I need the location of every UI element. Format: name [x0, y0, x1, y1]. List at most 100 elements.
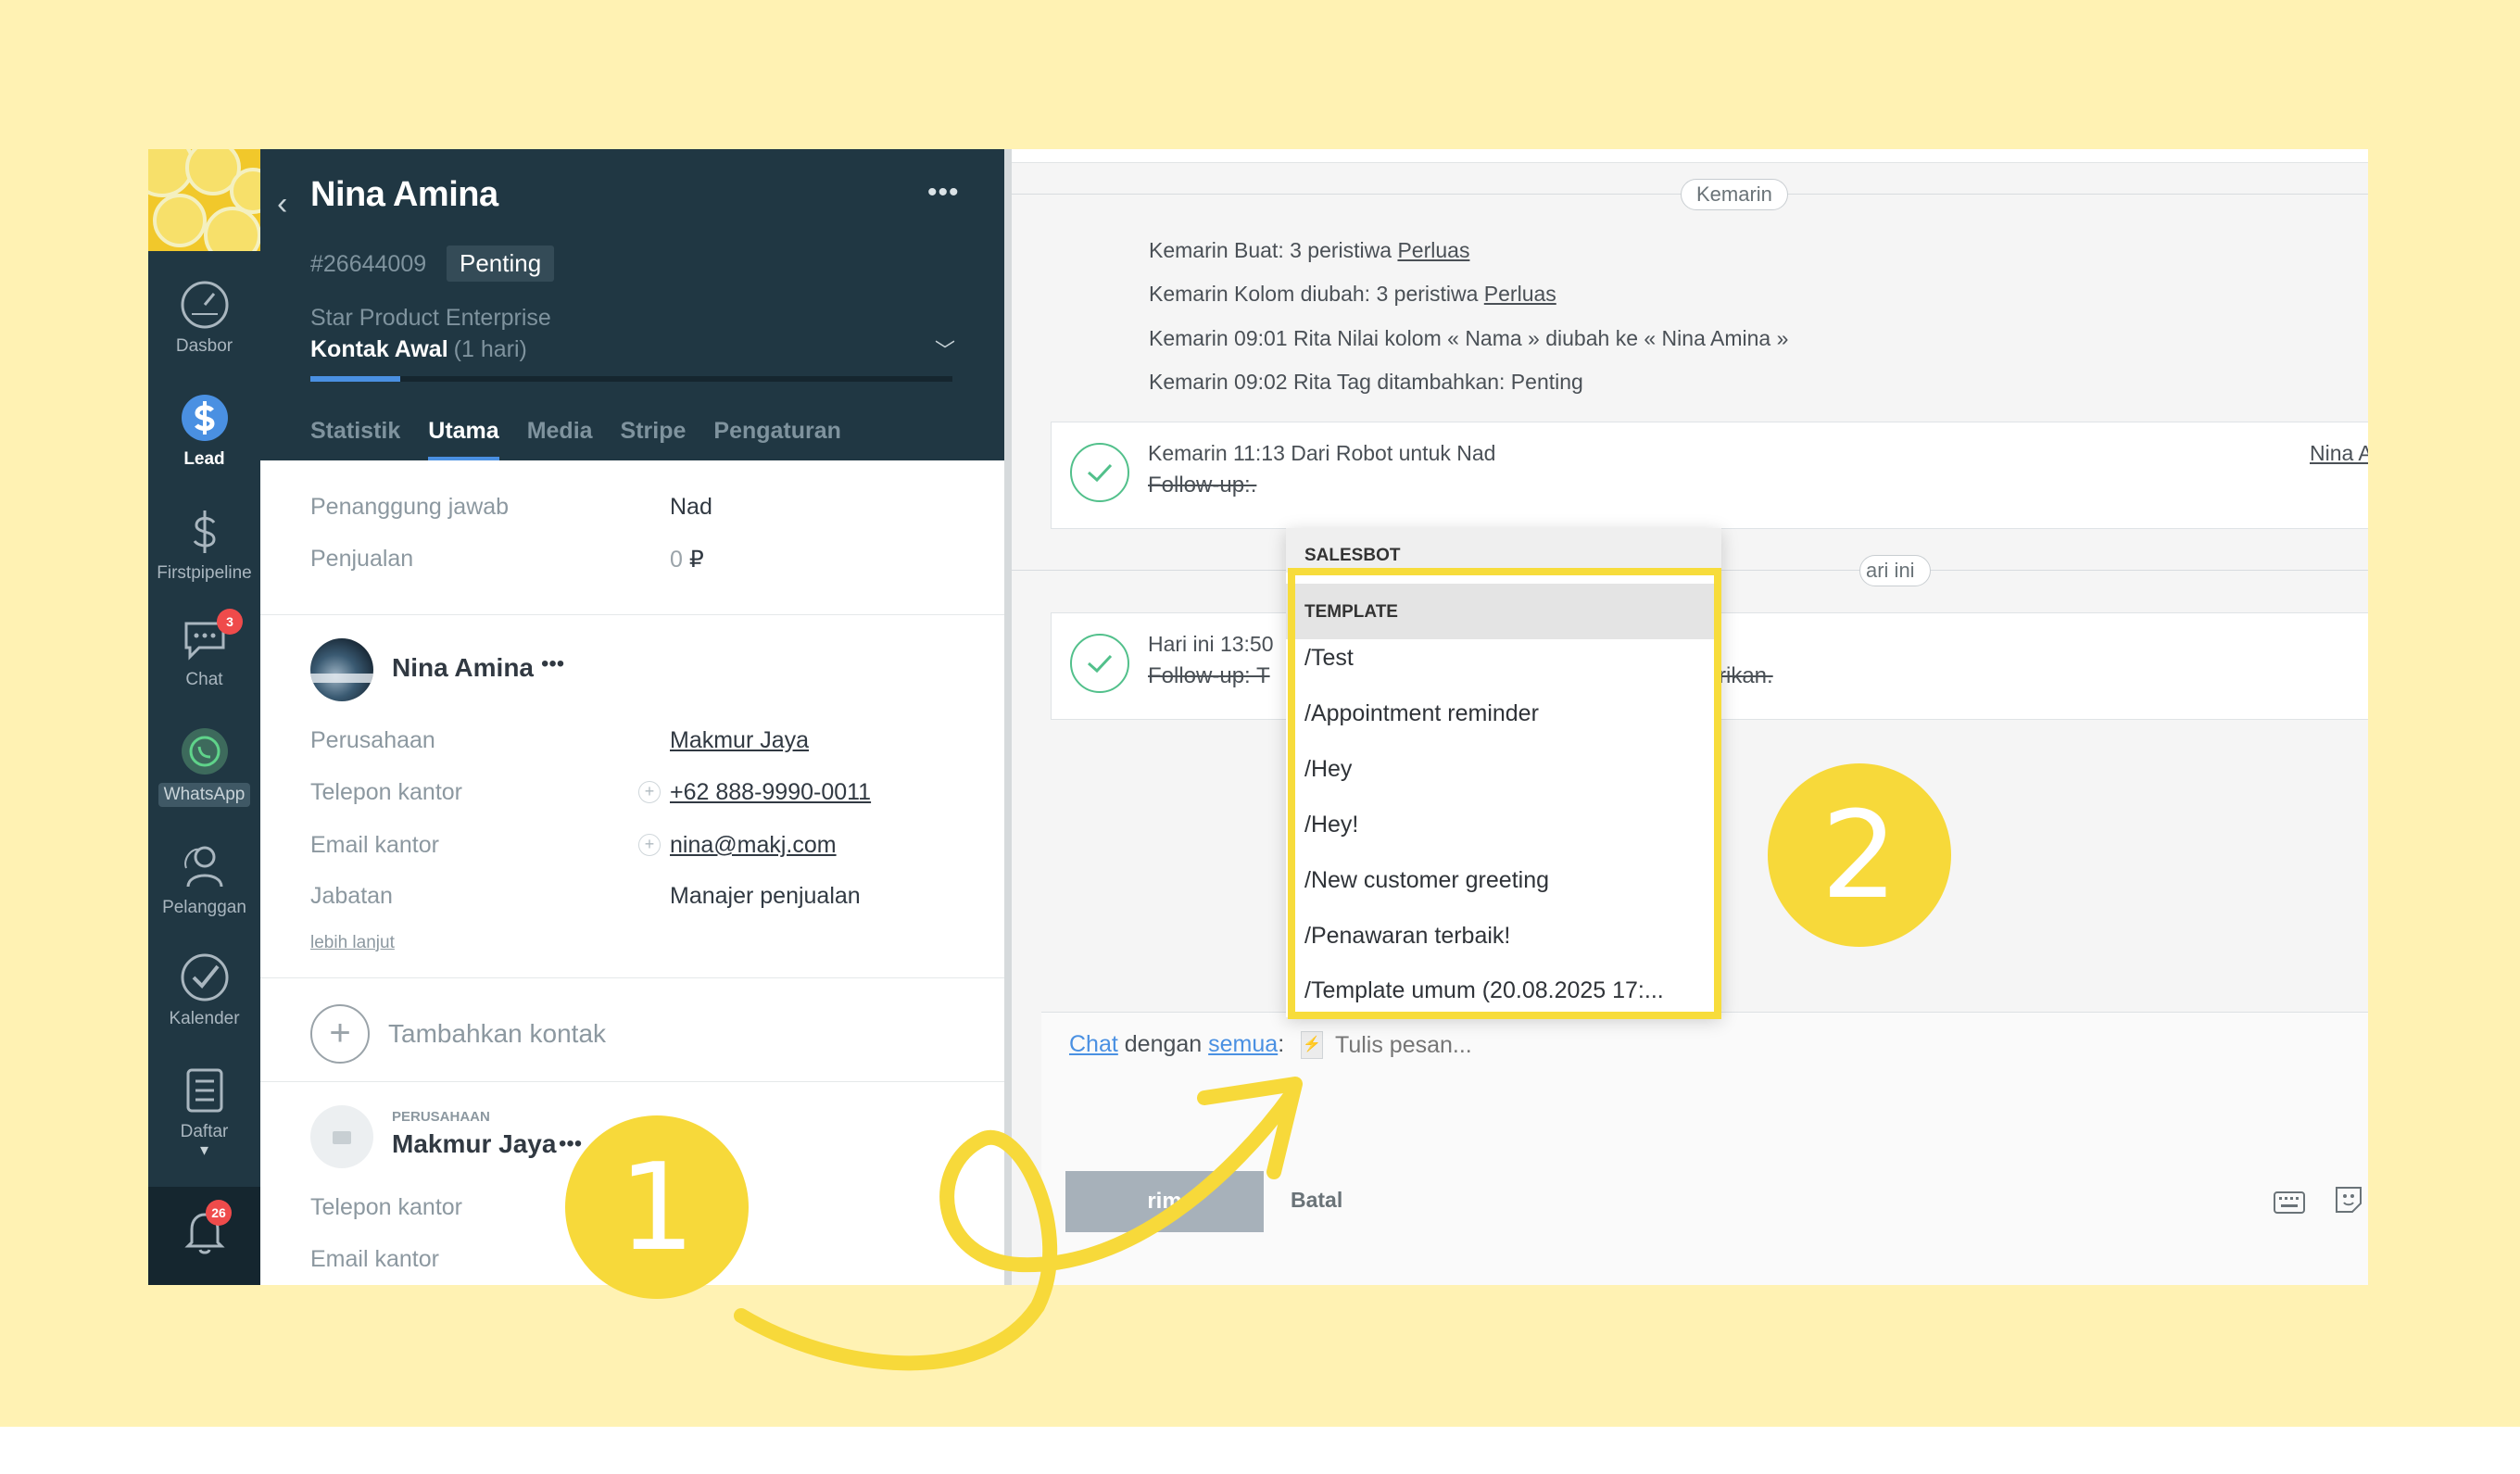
stage-progress-fill: [310, 376, 401, 382]
tab-media[interactable]: Media: [527, 414, 593, 460]
nav-item-customers[interactable]: Pelanggan: [148, 840, 260, 918]
nav-label: Firstpipeline: [157, 563, 252, 583]
chat-unread-badge: 3: [217, 609, 243, 635]
add-phone-icon[interactable]: +: [638, 781, 661, 803]
message-input[interactable]: [1333, 1027, 2171, 1063]
add-email-icon[interactable]: +: [638, 834, 661, 856]
stage-progress-bar: [310, 376, 952, 382]
salesbot-header[interactable]: SALESBOT: [1286, 528, 1721, 573]
nav-label: Dasbor: [175, 336, 233, 356]
more-options-icon[interactable]: •••: [927, 177, 960, 208]
composer-target: Chat dengan semua:: [1069, 1031, 1284, 1058]
responsible-value[interactable]: Nad: [670, 494, 712, 521]
plus-circle-icon: +: [310, 1004, 370, 1064]
audience-link[interactable]: semua: [1208, 1031, 1278, 1057]
sticker-icon[interactable]: [2334, 1185, 2363, 1219]
task-text: Follow-up:.: [1148, 472, 1257, 498]
crm-window: Dasbor Lead Firstpipeline Chat 3 WhatsAp…: [148, 149, 2368, 1285]
notifications-button[interactable]: 26: [148, 1200, 260, 1263]
task-complete-icon[interactable]: [1070, 443, 1129, 502]
expand-link[interactable]: Perluas: [1484, 282, 1556, 306]
phone-value: +62 888-9990-0011: [670, 779, 872, 805]
chat-type-link[interactable]: Chat: [1069, 1031, 1118, 1057]
sale-label: Penjualan: [310, 546, 414, 572]
panel-divider[interactable]: [1004, 149, 1012, 1285]
task-card[interactable]: Kemarin 11:13 Dari Robot untuk Nad Follo…: [1051, 422, 2368, 529]
divider: [260, 1081, 1004, 1082]
divider: [260, 977, 1004, 978]
left-navigation: Dasbor Lead Firstpipeline Chat 3 WhatsAp…: [148, 149, 260, 1285]
add-contact-button[interactable]: + Tambahkan kontak: [310, 1002, 606, 1066]
nav-item-lists[interactable]: Daftar ▾: [148, 1065, 260, 1160]
nav-label: Kalender: [169, 1009, 240, 1028]
nav-label: Pelanggan: [162, 898, 246, 917]
task-meta: Hari ini 13:50: [1148, 632, 1274, 656]
list-icon: [179, 1065, 231, 1116]
more-details-link[interactable]: lebih lanjut: [310, 933, 395, 953]
colon: :: [1278, 1031, 1285, 1057]
lead-id: #26644009: [310, 251, 427, 277]
chevron-down-icon[interactable]: ▾: [148, 1140, 260, 1160]
nav-item-whatsapp[interactable]: WhatsApp: [148, 725, 260, 807]
dollar-outline-icon: [179, 506, 231, 558]
feed-event: Kemarin 09:01 Rita Nilai kolom « Nama » …: [1149, 326, 1789, 350]
nav-item-dashboard[interactable]: Dasbor: [148, 279, 260, 357]
phone-link[interactable]: + +62 888-9990-0011: [638, 779, 872, 806]
task-text-tail: rikan.: [1719, 663, 1773, 688]
nav-label: Chat: [185, 670, 223, 689]
company-link[interactable]: Makmur Jaya: [670, 727, 809, 754]
nav-item-lead[interactable]: Lead: [148, 392, 260, 470]
email-value: nina@makj.com: [670, 832, 837, 858]
lead-tabs: Statistik Utama Media Stripe Pengaturan: [310, 414, 841, 460]
notifications-badge: 26: [206, 1200, 232, 1226]
lead-card: ‹ Nina Amina ••• #26644009 Penting Star …: [260, 149, 1004, 1285]
cancel-button[interactable]: Batal: [1291, 1188, 1342, 1213]
date-pill-today: ari ini: [1859, 555, 1931, 586]
pipeline-stage[interactable]: Kontak Awal (1 hari): [310, 336, 527, 363]
nav-label: Daftar: [180, 1122, 229, 1141]
task-text: Follow-up: T: [1148, 663, 1270, 688]
keyboard-icon[interactable]: [2274, 1189, 2305, 1219]
chevron-left-icon[interactable]: ‹: [277, 186, 287, 222]
contact-more-icon[interactable]: •••: [541, 651, 564, 677]
tab-main[interactable]: Utama: [428, 414, 499, 460]
lightning-icon[interactable]: ⚡: [1301, 1031, 1323, 1059]
contact-name[interactable]: Nina Amina: [392, 653, 534, 683]
date-pill-yesterday: Kemarin: [1681, 179, 1788, 210]
gauge-icon: [179, 279, 231, 331]
divider: [260, 614, 1004, 615]
lead-title[interactable]: Nina Amina: [310, 175, 498, 215]
sale-value[interactable]: 0 ₽: [670, 546, 704, 573]
company-name[interactable]: Makmur Jaya: [392, 1129, 556, 1159]
position-value[interactable]: Manajer penjualan: [670, 883, 861, 910]
company-more-icon[interactable]: •••: [559, 1131, 582, 1157]
tab-settings[interactable]: Pengaturan: [713, 414, 841, 460]
briefcase-icon: [333, 1131, 351, 1144]
company-avatar[interactable]: [310, 1105, 373, 1168]
tab-statistics[interactable]: Statistik: [310, 414, 400, 460]
send-button[interactable]: rim: [1065, 1171, 1264, 1232]
responsible-label: Penanggung jawab: [310, 494, 510, 520]
lead-card-header: ‹ Nina Amina ••• #26644009 Penting Star …: [260, 149, 1004, 460]
chevron-down-icon[interactable]: ﹀: [935, 334, 955, 364]
stage-duration: (1 hari): [453, 336, 527, 362]
nav-label: Lead: [183, 449, 225, 469]
company-label: Perusahaan: [310, 727, 435, 753]
task-author-link[interactable]: Nina A: [2310, 441, 2368, 466]
tab-stripe[interactable]: Stripe: [621, 414, 687, 460]
email-link[interactable]: + nina@makj.com: [638, 832, 837, 859]
task-complete-icon[interactable]: [1070, 634, 1129, 693]
nav-item-chat[interactable]: Chat 3: [148, 609, 260, 690]
company-email-label: Email kantor: [310, 1246, 439, 1272]
nav-item-firstpipeline[interactable]: Firstpipeline: [148, 506, 260, 584]
nav-label: WhatsApp: [158, 783, 251, 807]
check-icon: [179, 951, 231, 1003]
lead-tag[interactable]: Penting: [447, 246, 555, 282]
company-caption: PERUSAHAAN: [392, 1109, 490, 1125]
email-label: Email kantor: [310, 832, 439, 858]
contact-avatar[interactable]: [310, 638, 373, 701]
feed-top-border: [1012, 149, 2368, 163]
expand-link[interactable]: Perluas: [1397, 238, 1469, 262]
nav-item-calendar[interactable]: Kalender: [148, 951, 260, 1029]
account-logo[interactable]: [148, 149, 260, 251]
